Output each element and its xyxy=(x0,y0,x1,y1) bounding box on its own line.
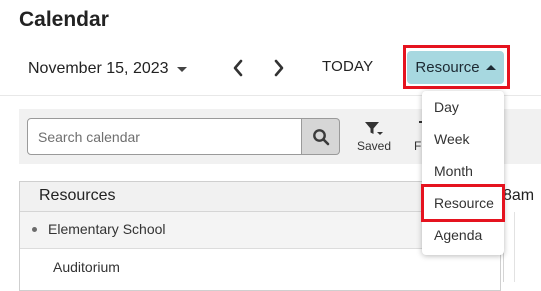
filter-icon xyxy=(365,122,383,135)
resource-group-label: Elementary School xyxy=(48,221,166,237)
previous-button[interactable] xyxy=(227,56,249,80)
menu-item-highlight xyxy=(421,184,505,222)
caret-up-icon xyxy=(485,65,496,70)
search-input[interactable] xyxy=(28,119,301,154)
menu-item-month[interactable]: Month xyxy=(422,155,504,187)
view-selector-button[interactable]: Resource xyxy=(407,51,504,84)
chevron-left-icon xyxy=(233,59,243,77)
menu-item-agenda[interactable]: Agenda xyxy=(422,219,504,251)
today-button[interactable]: TODAY xyxy=(322,58,373,75)
date-picker[interactable]: November 15, 2023 xyxy=(28,58,187,80)
saved-filters-label: Saved xyxy=(356,139,392,153)
chevron-down-icon xyxy=(176,67,187,72)
chevron-right-icon xyxy=(274,59,284,77)
menu-item-week[interactable]: Week xyxy=(422,123,504,155)
resource-item[interactable]: Auditorium xyxy=(53,259,120,275)
page-title: Calendar xyxy=(19,8,109,31)
view-dropdown-menu: Day Week Month Resource Agenda xyxy=(422,91,504,255)
search-icon xyxy=(312,128,329,145)
date-label: November 15, 2023 xyxy=(28,60,169,77)
view-selector-label: Resource xyxy=(415,59,480,76)
bullet-icon xyxy=(32,227,37,232)
resources-header-label: Resources xyxy=(39,187,116,204)
saved-filters-button[interactable]: Saved xyxy=(356,121,392,153)
menu-item-day[interactable]: Day xyxy=(422,91,504,123)
search-button[interactable] xyxy=(302,118,340,155)
time-slot-label: 8am xyxy=(503,187,535,204)
filter-button-label-partial[interactable]: F xyxy=(414,139,421,153)
time-grid-line xyxy=(514,212,515,282)
search-field xyxy=(27,118,302,155)
next-button[interactable] xyxy=(268,56,290,80)
